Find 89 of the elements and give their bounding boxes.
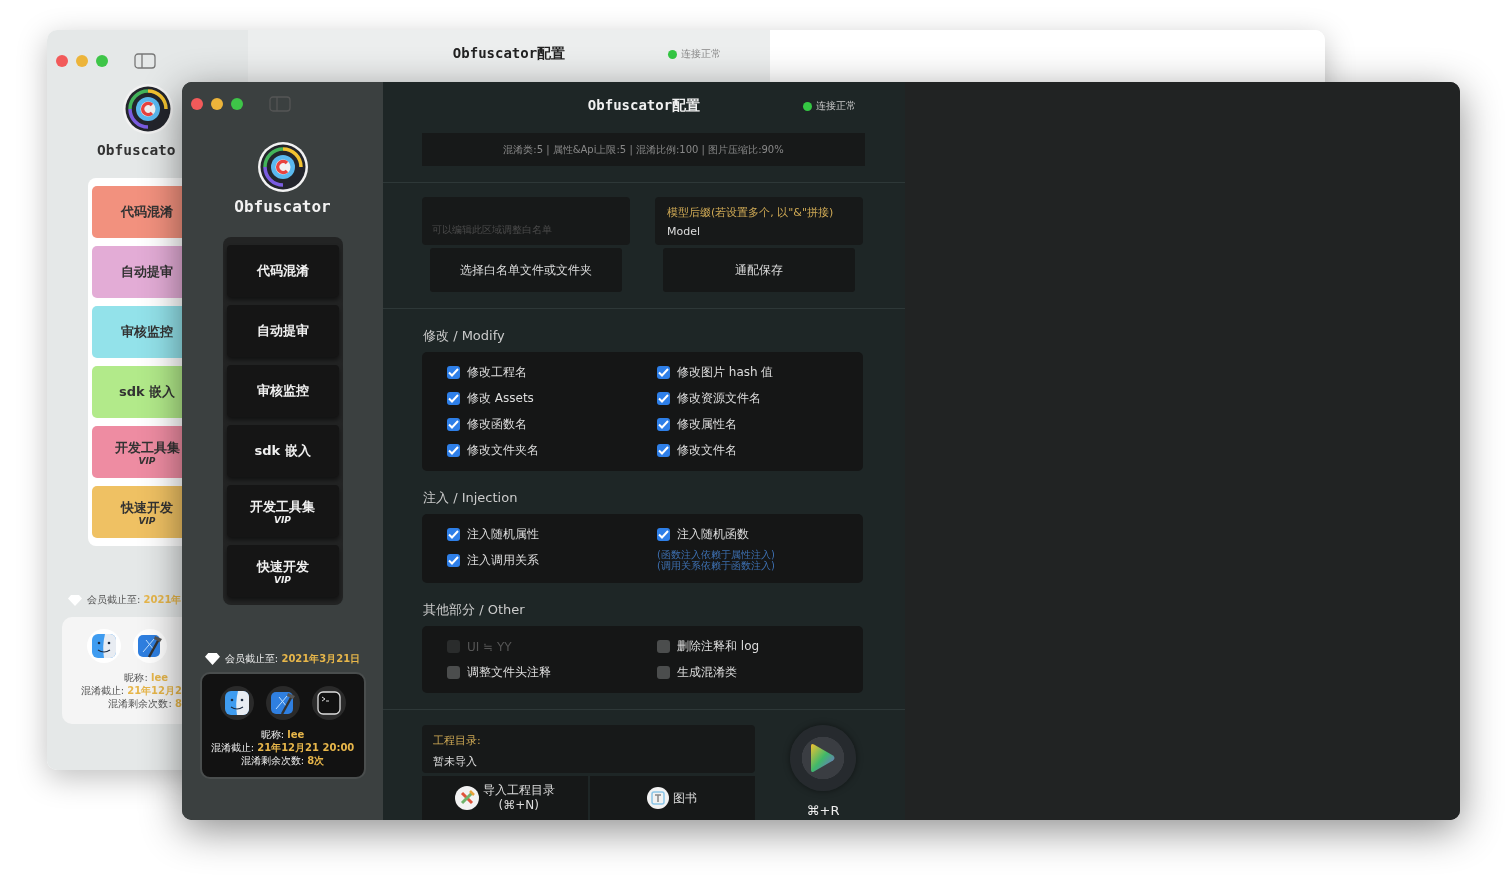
close-button[interactable] [56, 55, 68, 67]
nav-item[interactable]: 快速开发 VIP [92, 486, 182, 538]
close-button[interactable] [191, 98, 203, 110]
option-label: 修改文件夹名 [467, 442, 539, 459]
option-label: 修改图片 hash 值 [677, 364, 774, 381]
option-label: 修改资源文件名 [677, 390, 761, 407]
nav-item[interactable]: 代码混淆 [92, 186, 182, 238]
diamond-icon [204, 653, 220, 665]
window-title: Obfuscator配置 [587, 97, 701, 115]
diamond-icon [68, 594, 82, 606]
checkbox[interactable] [447, 366, 460, 379]
nav-item[interactable]: 自动提审 [226, 305, 339, 357]
checkbox[interactable] [657, 392, 670, 405]
import-project-button[interactable]: 导入工程目录 (⌘+N) [422, 776, 588, 820]
nickname-text: 昵称: lee [124, 671, 169, 684]
nav-item[interactable]: 快速开发 VIP [226, 545, 339, 597]
terminal-icon[interactable] [316, 691, 341, 715]
option-label: 修改属性名 [677, 416, 737, 433]
tools-icon [454, 786, 479, 810]
option-label: 修改工程名 [467, 364, 527, 381]
checkbox[interactable] [447, 418, 460, 431]
nickname-text: 昵称: lee [260, 728, 305, 741]
save-button[interactable]: 通配保存 [663, 248, 855, 292]
option-label: 生成混淆类 [677, 664, 737, 681]
checkbox[interactable] [657, 640, 670, 653]
window-title: Obfuscator配置 [452, 45, 566, 63]
finder-icon[interactable] [91, 633, 117, 659]
section-title: 修改 / Modify [423, 327, 506, 345]
nav-item[interactable]: 开发工具集 VIP [226, 485, 339, 537]
membership-text: 会员截止至: 2021年 [87, 593, 182, 607]
option-label: 修改 Assets [467, 390, 534, 407]
option-label: 注入随机属性 [467, 526, 539, 543]
zoom-button[interactable] [231, 98, 243, 110]
option-label: 注入随机函数 [677, 526, 749, 543]
app-logo-icon [256, 141, 309, 193]
option-label: 修改函数名 [467, 416, 527, 433]
checkbox[interactable] [657, 418, 670, 431]
status-text: 连接正常 [681, 47, 721, 61]
option-label: 调整文件头注释 [467, 664, 551, 681]
minimize-button[interactable] [211, 98, 223, 110]
nav-item[interactable]: sdk 嵌入 [92, 366, 182, 418]
nav-item[interactable]: sdk 嵌入 [226, 425, 339, 477]
stats-bar: 混淆类:5 | 属性&Api上限:5 | 混淆比例:100 | 图片压缩比:90% [422, 133, 865, 166]
nav-item[interactable]: 自动提审 [92, 246, 182, 298]
hammer-app-icon[interactable] [269, 690, 296, 716]
option-label: UI ≒ YY [467, 639, 512, 654]
checkbox[interactable] [447, 554, 460, 567]
note-text: (调用关系依赖于函数注入) [657, 560, 776, 571]
run-button[interactable] [790, 725, 856, 791]
app-name: Obfuscato [96, 141, 177, 158]
expiry-text: 混淆截止: 21年12月21 20:00 [210, 741, 355, 754]
membership-text: 会员截止至: 2021年3月21日 [224, 652, 361, 666]
nav-item[interactable]: 审核监控 [92, 306, 182, 358]
nav-item[interactable]: 开发工具集 VIP [92, 426, 182, 478]
checkbox[interactable] [657, 366, 670, 379]
status-dot [803, 101, 812, 111]
note-text: (函数注入依赖于属性注入) [657, 549, 776, 560]
play-icon [808, 743, 836, 773]
checkbox[interactable] [447, 392, 460, 405]
section-title: 注入 / Injection [423, 489, 519, 507]
shortcut-text: ⌘+R [806, 803, 840, 818]
app-logo-icon [122, 83, 174, 135]
option-label: 删除注释和 log [677, 638, 760, 655]
checkbox[interactable] [447, 444, 460, 457]
checkbox[interactable] [657, 444, 670, 457]
checkbox[interactable] [447, 528, 460, 541]
status-text: 连接正常 [816, 99, 856, 113]
section-title: 其他部分 / Other [423, 601, 526, 619]
book-icon [647, 787, 670, 809]
sidebar-toggle-icon[interactable] [134, 53, 156, 69]
remaining-text: 混淆剩余次数: 8次 [240, 754, 325, 767]
finder-icon[interactable] [223, 690, 250, 716]
expiry-text: 混淆截止: 21年12月2 [80, 684, 182, 697]
hammer-app-icon[interactable] [137, 633, 163, 659]
option-label: 注入调用关系 [467, 552, 539, 569]
project-directory-field: 工程目录: 暂未导入 [422, 725, 755, 773]
checkbox[interactable] [657, 666, 670, 679]
app-name: Obfuscator [234, 197, 331, 216]
status-dot [668, 49, 677, 59]
book-button[interactable]: 图书 [589, 776, 755, 820]
remaining-text: 混淆剩余次数: 8 [108, 697, 182, 710]
checkbox[interactable] [447, 666, 460, 679]
select-whitelist-button[interactable]: 选择白名单文件或文件夹 [430, 248, 622, 292]
sidebar-toggle-icon[interactable] [269, 96, 291, 112]
nav-item[interactable]: 审核监控 [226, 365, 339, 417]
nav-item[interactable]: 代码混淆 [226, 245, 339, 297]
option-label: 修改文件名 [677, 442, 737, 459]
model-suffix-field[interactable]: 模型后缀(若设置多个, 以"&"拼接) Model [655, 197, 863, 245]
checkbox[interactable] [657, 528, 670, 541]
